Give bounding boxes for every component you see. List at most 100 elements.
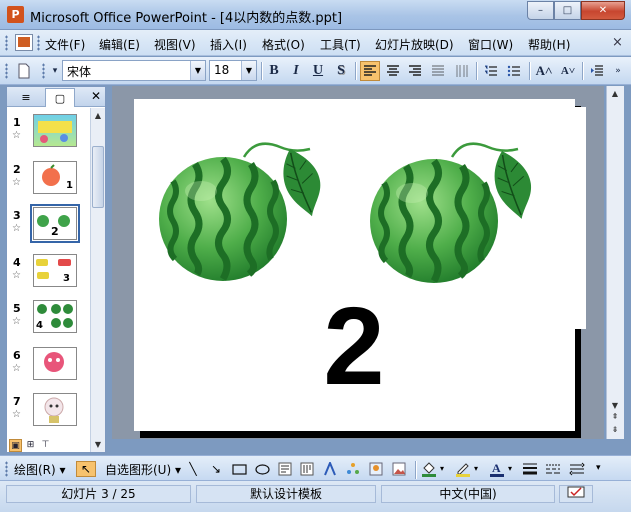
menu-slideshow[interactable]: 幻灯片放映(D): [375, 36, 454, 53]
next-slide-icon[interactable]: ⇟: [608, 422, 622, 437]
justify-button[interactable]: [428, 61, 448, 81]
shadow-button[interactable]: S: [331, 61, 351, 81]
scroll-up-icon[interactable]: ▲: [91, 108, 105, 123]
line-tool-button[interactable]: ╲: [185, 461, 201, 477]
tab-slides[interactable]: ▢: [45, 88, 75, 107]
menu-file[interactable]: 文件(F): [45, 36, 85, 53]
slides-panel-scrollbar[interactable]: ▲ ▼: [90, 108, 105, 452]
new-document-button[interactable]: [14, 61, 34, 81]
slide-thumbnail[interactable]: [33, 347, 77, 380]
chevron-down-icon[interactable]: ▼: [241, 61, 256, 80]
slide-thumbnail-row[interactable]: 6 ☆: [7, 347, 91, 385]
menubar-grip[interactable]: [5, 35, 8, 51]
align-center-button[interactable]: [383, 61, 403, 81]
current-slide[interactable]: 2: [134, 99, 575, 431]
dash-style-button[interactable]: [545, 461, 561, 477]
align-right-button[interactable]: [405, 61, 425, 81]
line-style-button[interactable]: [522, 461, 538, 477]
font-color-button[interactable]: A: [489, 461, 505, 477]
menu-format[interactable]: 格式(O): [262, 36, 305, 53]
menu-edit[interactable]: 编辑(E): [99, 36, 140, 53]
font-color-dropdown[interactable]: ▾: [508, 464, 512, 473]
bold-button[interactable]: B: [264, 61, 284, 81]
drawbar-overflow-button[interactable]: ▾: [596, 463, 601, 473]
shrink-font-button[interactable]: A˅: [557, 61, 579, 81]
toolbar-divider: [529, 62, 530, 80]
document-icon[interactable]: [15, 34, 33, 51]
drawbar-grip[interactable]: [5, 461, 8, 477]
tab-outline[interactable]: ≡: [11, 88, 41, 107]
slide-thumbnail[interactable]: 3: [33, 254, 77, 287]
slide-thumbnail-row[interactable]: 5 ☆ 4: [7, 300, 91, 338]
slide-thumbnail-row[interactable]: 2 ☆ 1: [7, 161, 91, 199]
slide-thumbnail[interactable]: [33, 114, 77, 147]
slide-sorter-view-icon[interactable]: ⊞: [24, 439, 37, 452]
italic-button[interactable]: I: [286, 61, 306, 81]
bullets-button[interactable]: [504, 61, 524, 81]
textbox-button[interactable]: [277, 461, 293, 477]
panel-close-button[interactable]: ✕: [91, 89, 101, 103]
slide-thumbnail[interactable]: [33, 393, 77, 426]
chevron-down-icon[interactable]: ▼: [190, 61, 205, 80]
line-style-icon: [523, 463, 537, 475]
draw-menu-button[interactable]: 绘图(R) ▾: [14, 461, 66, 478]
decrease-indent-button[interactable]: [587, 61, 607, 81]
clip-art-button[interactable]: [368, 461, 384, 477]
distribute-icon: [456, 65, 468, 77]
slide-thumbnail[interactable]: 2: [30, 204, 80, 243]
toolbar-options-button[interactable]: ▾: [50, 61, 60, 81]
slide-count-numeral[interactable]: 2: [294, 292, 414, 402]
arrow-tool-button[interactable]: ↘: [208, 461, 224, 477]
minimize-icon: –: [538, 5, 543, 16]
slide-thumbnail-row[interactable]: 4 ☆ 3: [7, 254, 91, 292]
vertical-textbox-button[interactable]: [299, 461, 315, 477]
normal-view-icon[interactable]: ▣: [9, 439, 22, 452]
toolbar-grip-2[interactable]: [42, 63, 45, 79]
fill-color-dropdown[interactable]: ▾: [440, 464, 444, 473]
underline-button[interactable]: U: [308, 61, 328, 81]
status-bar: 幻灯片 3 / 25 默认设计模板 中文(中国): [0, 481, 631, 512]
toolbar-grip[interactable]: [5, 63, 8, 79]
slide-thumbnail-row[interactable]: 7 ☆: [7, 393, 91, 431]
spell-check-icon: [567, 486, 585, 498]
oval-tool-button[interactable]: [254, 461, 270, 477]
toolbar-overflow-button[interactable]: »: [612, 61, 624, 81]
arrow-style-button[interactable]: [569, 461, 585, 477]
scrollbar-thumb[interactable]: [92, 146, 104, 208]
menu-tools[interactable]: 工具(T): [320, 36, 361, 53]
scroll-up-icon[interactable]: ▲: [608, 86, 622, 101]
font-name-select[interactable]: 宋体 ▼: [62, 60, 206, 81]
menu-view[interactable]: 视图(V): [154, 36, 196, 53]
menu-insert[interactable]: 插入(I): [210, 36, 247, 53]
powerpoint-app-icon[interactable]: P: [7, 6, 24, 23]
numbering-button[interactable]: [481, 61, 501, 81]
slide-scrollbar[interactable]: ▲ ▼ ⇞ ⇟: [606, 86, 624, 439]
menu-help[interactable]: 帮助(H): [528, 36, 570, 53]
document-close-button[interactable]: ×: [612, 35, 623, 50]
menu-window[interactable]: 窗口(W): [468, 36, 513, 53]
grow-font-button[interactable]: A˄: [533, 61, 555, 81]
menubar-grip-2[interactable]: [37, 35, 40, 51]
slide-thumbnail[interactable]: 4: [33, 300, 77, 333]
font-size-select[interactable]: 18 ▼: [209, 60, 257, 81]
autoshapes-menu-button[interactable]: 自选图形(U) ▾: [105, 461, 181, 478]
slide-thumbnail[interactable]: 1: [33, 161, 77, 194]
fill-color-button[interactable]: [421, 461, 437, 477]
wordart-button[interactable]: [322, 461, 338, 477]
distribute-button[interactable]: [452, 61, 472, 81]
line-color-button[interactable]: [455, 461, 471, 477]
rectangle-tool-button[interactable]: [231, 461, 247, 477]
spelling-status[interactable]: [559, 485, 593, 503]
minimize-button[interactable]: –: [527, 1, 554, 20]
select-objects-button[interactable]: ↖: [76, 461, 96, 477]
close-button[interactable]: ✕: [581, 1, 625, 20]
slide-thumbnail-row[interactable]: 1 ☆: [7, 114, 91, 152]
line-color-dropdown[interactable]: ▾: [474, 464, 478, 473]
insert-picture-button[interactable]: [391, 461, 407, 477]
slideshow-view-icon[interactable]: ⊤: [39, 439, 52, 452]
diagram-button[interactable]: [345, 461, 361, 477]
maximize-button[interactable]: □: [554, 1, 581, 20]
align-left-button[interactable]: [360, 61, 380, 81]
watermelon-picture: [159, 142, 327, 281]
slide-thumbnail-row-selected[interactable]: 3 ☆ 2: [7, 204, 91, 245]
